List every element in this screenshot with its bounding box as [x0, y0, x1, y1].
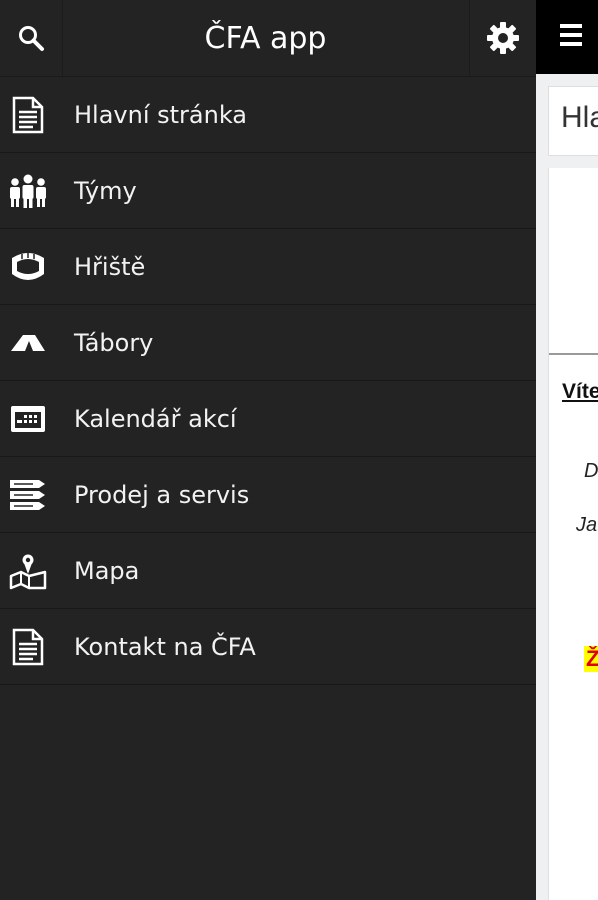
gear-icon	[487, 22, 519, 54]
menu-item-label: Týmy	[74, 176, 137, 205]
menu-item-tabory[interactable]: Tábory	[0, 305, 536, 381]
map-icon	[8, 551, 48, 591]
menu-item-hlavni-stranka[interactable]: Hlavní stránka	[0, 77, 536, 153]
hamburger-icon	[560, 24, 582, 28]
search-button[interactable]	[0, 0, 63, 76]
drawer-menu: Hlavní stránka Týmy Hřiště Tábory Kalend…	[0, 77, 536, 685]
search-icon	[19, 26, 44, 51]
stadium-icon	[8, 247, 48, 287]
menu-item-kontakt[interactable]: Kontakt na ČFA	[0, 609, 536, 685]
divider	[549, 353, 598, 355]
menu-item-label: Tábory	[74, 328, 154, 357]
document-icon	[8, 95, 48, 135]
tent-icon	[8, 323, 48, 363]
menu-item-hriste[interactable]: Hřiště	[0, 229, 536, 305]
menu-item-label: Hřiště	[74, 252, 146, 281]
app-title: ČFA app	[204, 20, 327, 56]
team-icon	[8, 171, 48, 211]
shop-icon	[8, 475, 48, 515]
menu-item-mapa[interactable]: Mapa	[0, 533, 536, 609]
content-text: Ja	[576, 514, 598, 536]
top-bar	[536, 0, 598, 74]
main-content: Hla Víte D Ja Ž	[536, 0, 598, 900]
calendar-icon	[8, 399, 48, 439]
content-text: D	[584, 460, 598, 482]
menu-item-label: Kalendář akcí	[74, 404, 237, 433]
menu-button[interactable]	[560, 24, 582, 50]
settings-button[interactable]	[469, 0, 536, 76]
welcome-heading: Víte	[562, 380, 598, 403]
drawer-header: ČFA app	[0, 0, 536, 77]
menu-item-prodej-a-servis[interactable]: Prodej a servis	[0, 457, 536, 533]
menu-item-kalendar-akci[interactable]: Kalendář akcí	[0, 381, 536, 457]
highlight-text: Ž	[584, 646, 598, 672]
page-title: Hla	[561, 101, 598, 134]
menu-item-label: Kontakt na ČFA	[74, 632, 256, 661]
menu-item-tymy[interactable]: Týmy	[0, 153, 536, 229]
document-icon	[8, 627, 48, 667]
title-card: Hla	[548, 86, 598, 156]
navigation-drawer: ČFA app Hlavní stránka Týmy Hřiště Tábor…	[0, 0, 536, 900]
menu-item-label: Prodej a servis	[74, 480, 250, 509]
menu-item-label: Hlavní stránka	[74, 100, 248, 129]
menu-item-label: Mapa	[74, 556, 140, 585]
